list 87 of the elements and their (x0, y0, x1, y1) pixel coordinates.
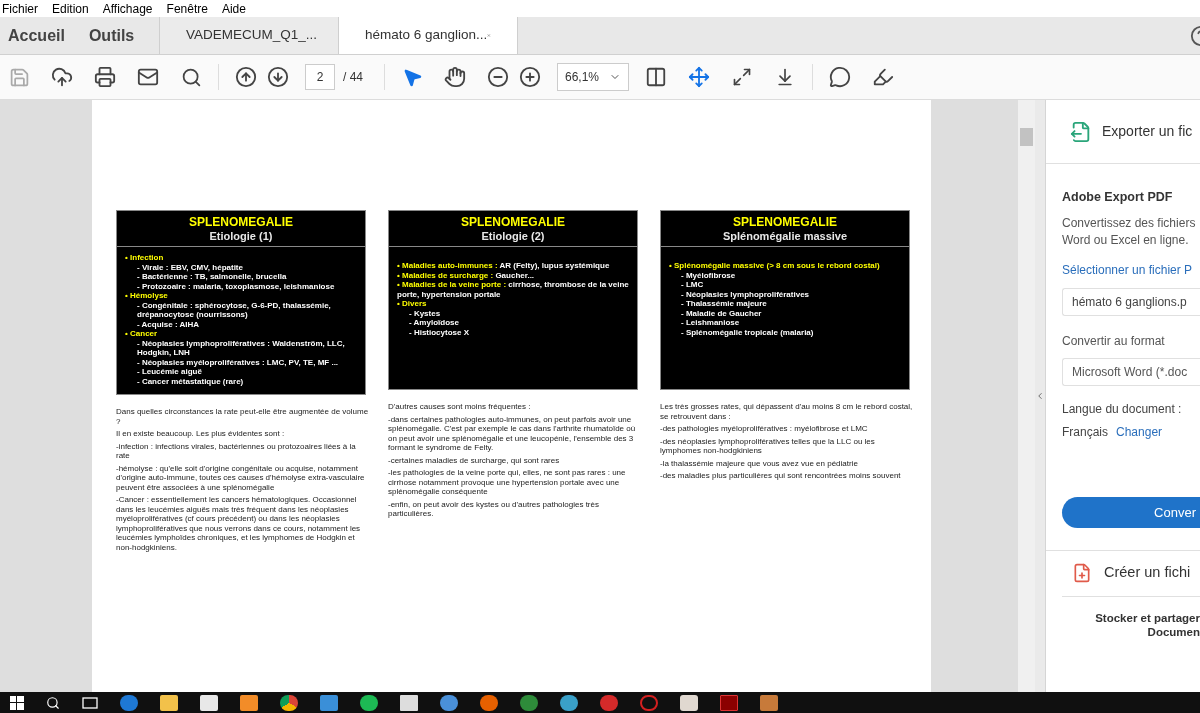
slide-note: Dans quelles circonstances la rate peut-elle être augmentée de volume ? (116, 407, 370, 426)
slide-bullet: • Splénomégalie massive (> 8 cm sous le rebord costal) (669, 261, 881, 271)
app-icon[interactable] (560, 694, 578, 711)
scrollbar[interactable] (1018, 100, 1035, 692)
language-value: Français (1062, 423, 1108, 441)
slide-note: D'autres causes sont moins fréquentes : (388, 402, 532, 412)
zoom-dropdown[interactable]: 66,1% (557, 63, 629, 91)
format-dropdown[interactable]: Microsoft Word (*.doc (1062, 357, 1200, 386)
slide-note: -des pathologies myéloprolifératives : myélofibrose et LMC (660, 424, 869, 434)
slide-subtitle: Etiologie (1) (209, 229, 273, 243)
scrollbar-thumb[interactable] (1020, 128, 1033, 146)
slide-sub-bullet: - Néoplasies lymphoprolifératives (680, 289, 811, 299)
slide-note: -hémolyse : qu'elle soit d'origine congénitale ou acquise, notamment d'origine auto-immune, toutes ces causes d'hémolyse extra-vasculaire peuvent être associées à une splénomégalie (116, 463, 366, 492)
slide-sub-bullet: - Amyloïdose (408, 318, 460, 328)
file-field[interactable]: hémato 6 ganglions.p (1062, 287, 1200, 316)
search-icon[interactable] (46, 695, 60, 710)
file-create-icon (1072, 563, 1092, 584)
file-export-icon (1070, 120, 1092, 143)
menu-item[interactable]: Aide (221, 0, 246, 18)
slide-title: SPLENOMEGALIE (189, 215, 293, 229)
slide-note: -des maladies plus particulières qui sont rencontrées moins souvent (660, 471, 902, 481)
format-label: Convertir au format (1062, 332, 1166, 350)
slide-sub-bullet: - Acquise : AIHA (136, 319, 201, 329)
slide-sub-bullet: - Leucémie aiguë (136, 367, 203, 377)
menu-item[interactable]: Fenêtre (166, 0, 208, 18)
store-heading: Documen (1147, 624, 1200, 639)
panel-title[interactable]: Créer un fichi (1104, 562, 1191, 585)
app-icon[interactable] (320, 694, 338, 711)
slide-sub-bullet: - Histiocytose X (408, 327, 470, 337)
slide-sub-bullet: - Néoplasies lymphoprolifératives : Waldenström, LLC, Hodgkin, LNH (136, 338, 346, 358)
slide-bullet: • Maladies de surcharge : Gaucher... (397, 270, 536, 280)
slide-bullet: • Divers (397, 299, 428, 309)
panel-title[interactable]: Exporter un fic (1102, 121, 1193, 142)
slide-bullet: • Hémolyse (125, 291, 169, 301)
slide-title: SPLENOMEGALIE (733, 215, 837, 229)
slide-title: SPLENOMEGALIE (461, 215, 565, 229)
change-link[interactable]: Changer (1116, 422, 1163, 441)
slide-note: -Cancer : essentiellement les cancers hématologiques. Occasionnel dans les leucémies aiguës mais très fréquent dans les néoplasies myéloprolifératives (cf cours précédent) ou dans les néoplasies lymphoprolifératives que nous verrons dans ce cours, notamment les leucémies lymphoïdes chroniques, et les lymphomes de Hodgkin et non-hodgkiniens. (116, 495, 362, 552)
slide-sub-bullet: - Virale : EBV, CMV, hépatite (136, 262, 244, 272)
slide-sub-bullet: - Néoplasies myéloprolifératives : LMC, PV, TE, MF ... (136, 357, 340, 367)
menu-item[interactable]: Fichier (2, 0, 38, 18)
ring-icon[interactable] (640, 694, 658, 711)
slide-bullet: • Infection (125, 253, 165, 263)
slide-note: -enfin, on peut avoir des kystes ou d'autres pathologies très particulières. (388, 499, 600, 519)
slide-bullet: • Cancer (125, 329, 159, 339)
slide-bullet: • Maladies auto-immunes : AR (Felty), lupus systémique (397, 261, 611, 271)
select-file-link[interactable]: Sélectionner un fichier P (1062, 260, 1200, 279)
slide-note: Il en existe beaucoup. Les plus évidentes sont : (116, 429, 286, 439)
document-tab[interactable]: hémato 6 ganglion... (339, 17, 518, 54)
description-line: Convertissez des fichiers (1062, 214, 1197, 232)
convert-button[interactable]: Conver (1062, 496, 1200, 528)
slide-sub-bullet: - Cancer métastatique (rare) (136, 376, 245, 386)
slide-sub-bullet: - Kystes (408, 308, 442, 318)
slide-sub-bullet: - Congénitale : sphérocytose, G-6-PD, thalassémie, drépanocytose (nourrissons) (136, 300, 332, 320)
slide-note: -dans certaines pathologies auto-immunes, on peut parfois avoir une splénomégalie. C'est par exemple le cas dans l'arthrite rhumatoïde où on peut avoir une splénomégalie et une leucopénie, l'ensemble des 3 formant le syndrome de Felty. (388, 414, 637, 453)
collapse-icon[interactable] (1035, 391, 1045, 401)
slide-note: -la thalassémie majeure que vous avez vue en pédiatrie (660, 458, 859, 468)
page-total: / 44 (343, 69, 363, 86)
slide-note: Les très grosses rates, qui dépassent d'au moins 8 cm le rebord costal, se retrouvent dans : (660, 402, 914, 421)
slide-sub-bullet: - Myélofibrose (680, 270, 737, 280)
language-label: Langue du document : (1062, 400, 1183, 418)
slide-note: -les pathologies de la veine porte qui, elles, ne sont pas rares : une cirrhose notamment provoque une hypertension portale avec une splénomégalie conséquente (388, 468, 627, 497)
task-view-icon[interactable] (82, 696, 98, 709)
description-line: Word ou Excel en ligne. (1062, 231, 1190, 249)
page-field[interactable]: 2 (305, 64, 335, 90)
menu-item[interactable]: Affichage (102, 0, 153, 18)
nav-tab[interactable]: Accueil (8, 23, 65, 48)
windows-logo-icon[interactable] (10, 695, 24, 710)
slide-bullet: • Maladies de la veine porte : cirrhose, thrombose de la veine porte, hypertension portale (397, 280, 629, 299)
slide-sub-bullet: - Protozoaire : malaria, toxoplasmose, leishmaniose (136, 281, 336, 291)
slide-sub-bullet: - Bactérienne : TB, salmonelle, brucella (136, 272, 288, 282)
section-heading: Adobe Export PDF (1062, 189, 1174, 206)
nav-tab[interactable]: Outils (88, 23, 135, 48)
slide-sub-bullet: - Splénomégalie tropicale (malaria) (680, 327, 815, 337)
slide-sub-bullet: - Maladie de Gaucher (680, 308, 763, 318)
slide-subtitle: Etiologie (2) (481, 229, 545, 243)
slide-subtitle: Splénomégalie massive (722, 229, 848, 243)
store-heading: Stocker et partager (1095, 610, 1200, 625)
slide-note: -infection : infections virales, bactériennes ou protozoaires liées à la rate (116, 441, 357, 461)
slide-note: -des néoplasies lymphoprolifératives telles que la LLC ou les lymphomes non-hodgkiniens (660, 436, 876, 456)
slide-sub-bullet: - Leishmaniose (680, 318, 741, 328)
menu-item[interactable]: Edition (52, 0, 89, 18)
slide-sub-bullet: - LMC (680, 280, 705, 290)
slide-note: -certaines maladies de surcharge, qui sont rares (388, 455, 561, 465)
app-icon[interactable] (760, 694, 778, 711)
app-icon[interactable] (680, 694, 698, 711)
slide-sub-bullet: - Thalassémie majeure (680, 299, 768, 309)
